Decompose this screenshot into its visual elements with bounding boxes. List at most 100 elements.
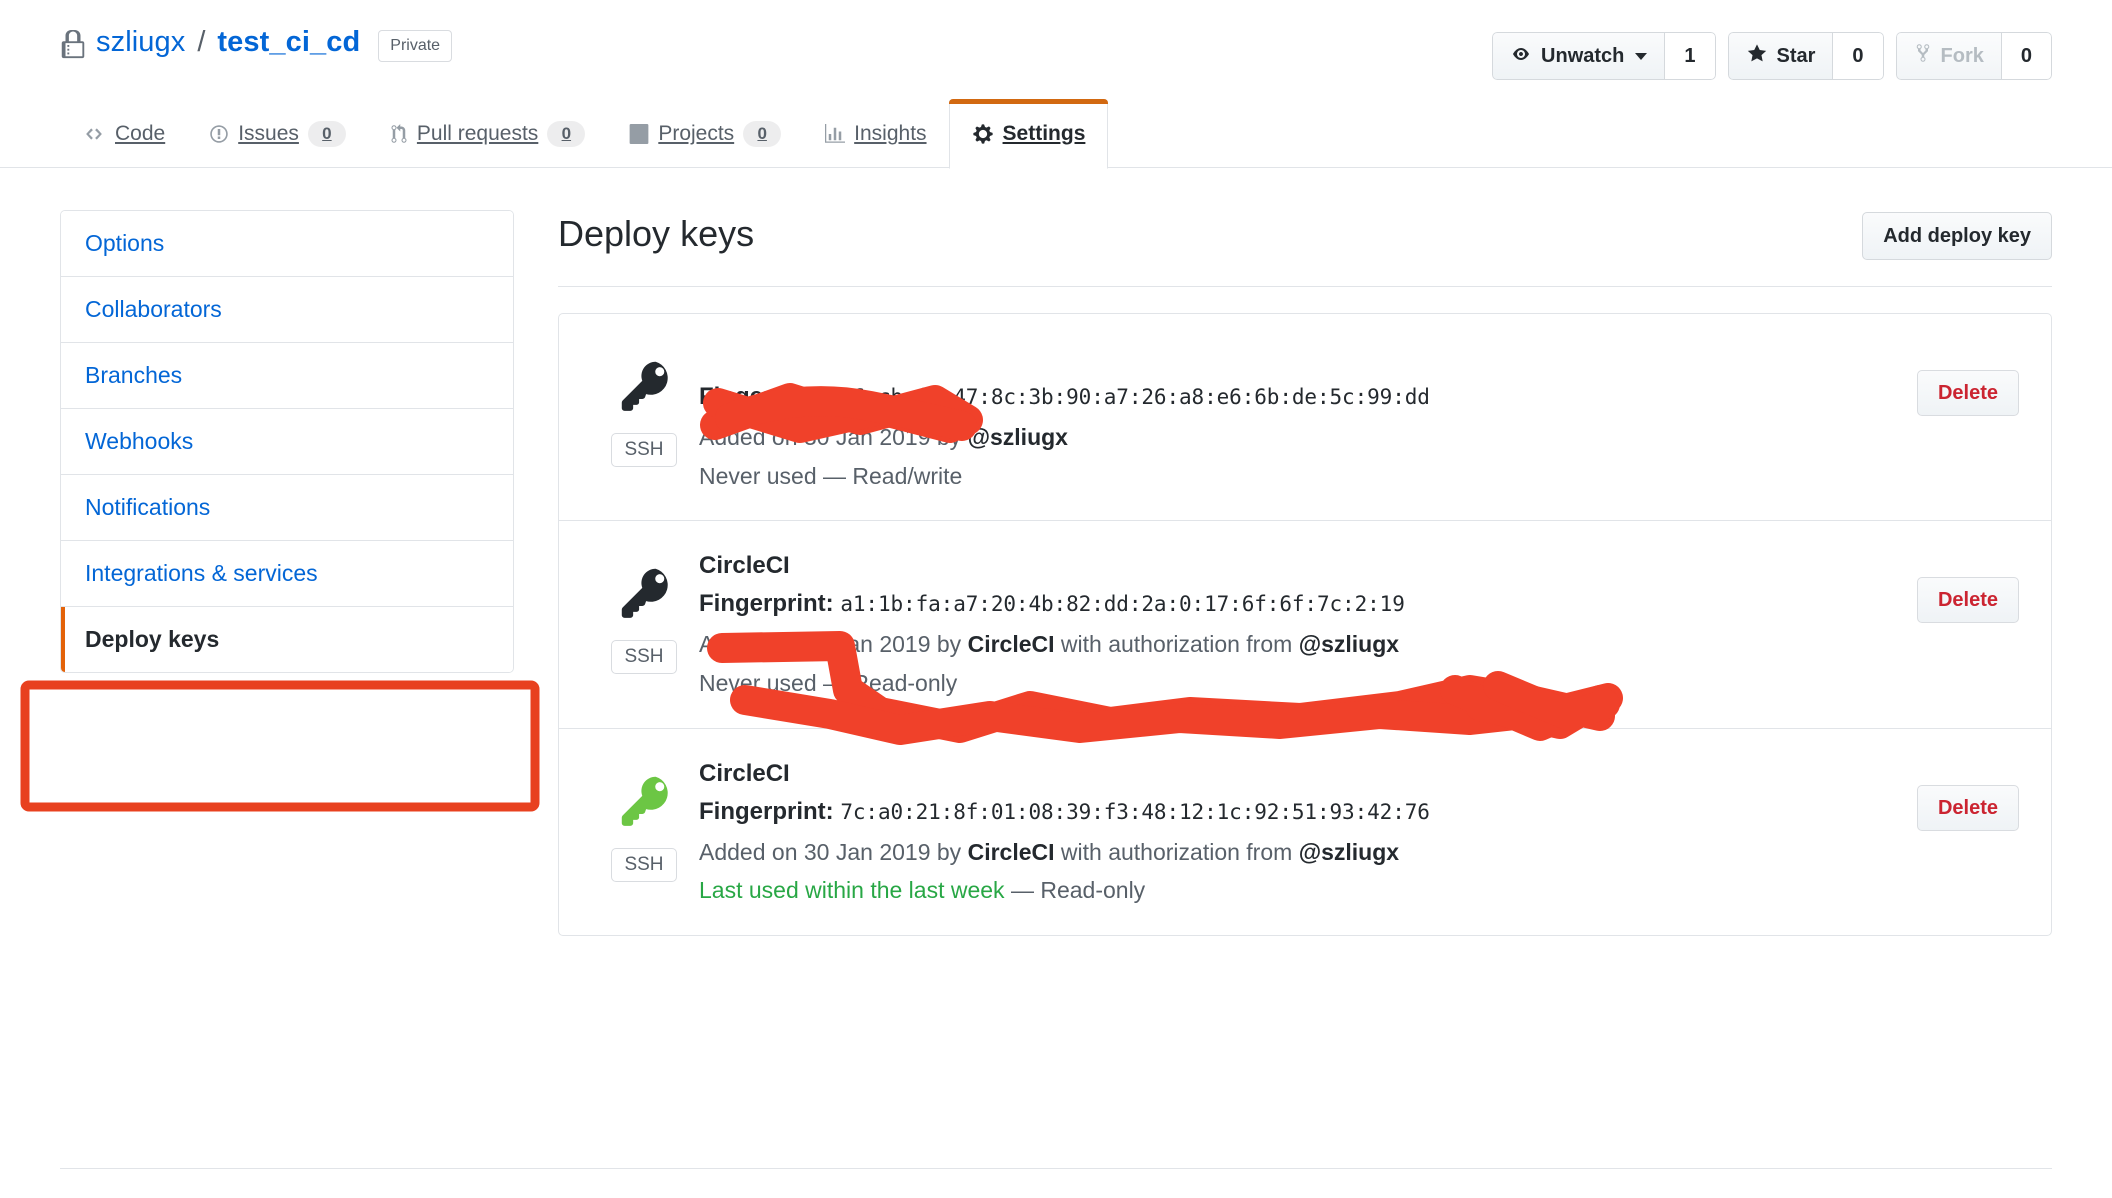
sidebar-item-webhooks[interactable]: Webhooks bbox=[61, 409, 513, 475]
sidebar-item-notifications[interactable]: Notifications bbox=[61, 475, 513, 541]
key-actions: Delete bbox=[1897, 755, 2019, 831]
added-date: 30 Jan 2019 bbox=[803, 838, 931, 865]
code-icon bbox=[82, 125, 106, 143]
graph-icon bbox=[825, 124, 846, 144]
fingerprint-value: 96:cb:f4:47:8c:3b:90:a7:26:a8:e6:6b:de:5… bbox=[840, 384, 1430, 409]
lock-icon bbox=[60, 29, 86, 60]
settings-sidebar: Options Collaborators Branches Webhooks … bbox=[60, 210, 514, 673]
key-fingerprint: Fingerprint: 7c:a0:21:8f:01:08:39:f3:48:… bbox=[699, 794, 1897, 830]
eye-icon bbox=[1510, 45, 1532, 68]
key-status: Last used within the last week — Read-on… bbox=[699, 872, 1897, 909]
tab-issues-count: 0 bbox=[307, 120, 346, 148]
tab-settings[interactable]: Settings bbox=[948, 99, 1109, 169]
key-fingerprint: Fingerprint: 96:cb:f4:47:8c:3b:90:a7:26:… bbox=[699, 379, 1897, 415]
authorization-user: @szliugx bbox=[1298, 838, 1400, 865]
added-prefix: Added on bbox=[699, 838, 798, 865]
fingerprint-label: Fingerprint: bbox=[699, 797, 834, 825]
key-info: Fingerprint: 96:cb:f4:47:8c:3b:90:a7:26:… bbox=[699, 340, 1897, 494]
sidebar-item-integrations-services[interactable]: Integrations & services bbox=[61, 541, 513, 607]
add-deploy-key-button[interactable]: Add deploy key bbox=[1862, 212, 2052, 260]
deploy-keys-header: Deploy keys Add deploy key bbox=[558, 212, 2052, 287]
fork-icon bbox=[1914, 43, 1932, 69]
key-icon bbox=[613, 769, 675, 836]
key-info: CircleCI Fingerprint: a1:1b:fa:a7:20:4b:… bbox=[699, 547, 1897, 701]
tab-insights-label: Insights bbox=[854, 122, 927, 145]
fingerprint-label: Fingerprint: bbox=[699, 382, 834, 410]
fork-count[interactable]: 0 bbox=[2000, 32, 2052, 80]
key-title: CircleCI bbox=[699, 552, 790, 580]
star-button-group[interactable]: Star 0 bbox=[1727, 32, 1884, 80]
page-title: Deploy keys bbox=[558, 213, 755, 254]
tab-pull-requests-count: 0 bbox=[547, 120, 586, 148]
key-access-level: — Read/write bbox=[823, 462, 963, 489]
ssh-badge: SSH bbox=[611, 640, 677, 675]
key-usage-status: Never used bbox=[699, 669, 817, 696]
star-label: Star bbox=[1776, 44, 1816, 67]
added-by-user: CircleCI bbox=[967, 838, 1055, 865]
settings-content: Options Collaborators Branches Webhooks … bbox=[0, 168, 2112, 937]
key-status: Never used — Read/write bbox=[699, 458, 1897, 495]
repo-separator: / bbox=[197, 26, 206, 58]
tab-pull-requests-label: Pull requests bbox=[416, 122, 539, 145]
repo-social-buttons: Unwatch 1 Star 0 Fork 0 bbox=[1492, 32, 2052, 80]
sidebar-item-branches[interactable]: Branches bbox=[61, 343, 513, 409]
ssh-badge: SSH bbox=[611, 433, 677, 467]
tab-insights[interactable]: Insights bbox=[803, 100, 948, 168]
tab-projects[interactable]: Projects 0 bbox=[607, 100, 803, 168]
unwatch-label: Unwatch bbox=[1541, 44, 1625, 67]
fingerprint-value: a1:1b:fa:a7:20:4b:82:dd:2a:0:17:6f:6f:7c… bbox=[840, 592, 1405, 617]
sidebar-item-options[interactable]: Options bbox=[61, 211, 513, 277]
delete-key-button[interactable]: Delete bbox=[1916, 784, 2019, 831]
key-title bbox=[699, 342, 1897, 377]
ssh-badge: SSH bbox=[611, 847, 677, 882]
delete-key-button[interactable]: Delete bbox=[1916, 577, 2019, 624]
tab-pull-requests[interactable]: Pull requests 0 bbox=[368, 100, 607, 168]
key-badge-column: SSH bbox=[589, 547, 699, 675]
deploy-keys-pane: Deploy keys Add deploy key SSH Fingerpri… bbox=[558, 210, 2052, 937]
tab-projects-label: Projects bbox=[658, 122, 735, 145]
added-by-prefix: by bbox=[936, 631, 962, 658]
key-added-meta: Added on 30 Jan 2019 by @szliugx bbox=[699, 419, 1897, 456]
authorization-text: with authorization from bbox=[1060, 631, 1293, 658]
watch-button-group[interactable]: Unwatch 1 bbox=[1492, 32, 1716, 80]
key-actions: Delete bbox=[1897, 340, 2019, 416]
key-icon bbox=[613, 561, 675, 628]
fingerprint-value: 7c:a0:21:8f:01:08:39:f3:48:12:1c:92:51:9… bbox=[840, 799, 1430, 824]
star-button[interactable]: Star bbox=[1727, 32, 1833, 80]
delete-key-button[interactable]: Delete bbox=[1916, 370, 2019, 416]
private-badge: Private bbox=[378, 29, 453, 62]
tab-code[interactable]: Code bbox=[60, 100, 187, 168]
key-usage-status: Never used bbox=[699, 462, 817, 489]
unwatch-button[interactable]: Unwatch bbox=[1492, 32, 1665, 80]
fork-button-group[interactable]: Fork 0 bbox=[1895, 32, 2052, 80]
added-by-user: CircleCI bbox=[967, 631, 1055, 658]
added-by-prefix: by bbox=[936, 838, 962, 865]
project-icon bbox=[629, 124, 649, 144]
star-count[interactable]: 0 bbox=[1832, 32, 1884, 80]
key-info: CircleCI Fingerprint: 7c:a0:21:8f:01:08:… bbox=[699, 755, 1897, 909]
fork-button: Fork bbox=[1895, 32, 2001, 80]
key-actions: Delete bbox=[1897, 547, 2019, 624]
authorization-text: with authorization from bbox=[1060, 838, 1293, 865]
repo-name-link[interactable]: test_ci_cd bbox=[217, 26, 360, 59]
tab-code-label: Code bbox=[115, 122, 166, 145]
key-title: CircleCI bbox=[699, 759, 790, 787]
sidebar-item-collaborators[interactable]: Collaborators bbox=[61, 277, 513, 343]
repo-owner-link[interactable]: szliugx bbox=[96, 26, 185, 59]
added-prefix: Added on bbox=[699, 631, 798, 658]
tab-issues[interactable]: Issues 0 bbox=[187, 100, 368, 168]
gear-icon bbox=[972, 123, 994, 145]
fingerprint-label: Fingerprint: bbox=[699, 590, 834, 618]
key-icon bbox=[613, 354, 675, 421]
sidebar-item-deploy-keys[interactable]: Deploy keys bbox=[61, 607, 513, 672]
key-added-meta: Added on 30 Jan 2019 by CircleCI with au… bbox=[699, 626, 1897, 663]
key-badge-column: SSH bbox=[589, 340, 699, 467]
key-access-level: — Read-only bbox=[1010, 877, 1146, 904]
added-date: 30 Jan 2019 bbox=[803, 631, 931, 658]
key-access-level: — Read-only bbox=[823, 669, 958, 696]
repo-nav-tabs: Code Issues 0 Pull requests 0 Projects 0… bbox=[60, 96, 2052, 169]
added-prefix: Added on bbox=[699, 423, 798, 450]
deploy-key-row: SSH CircleCI Fingerprint: a1:1b:fa:a7:20… bbox=[559, 521, 2051, 729]
key-usage-status: Last used within the last week bbox=[699, 877, 1005, 904]
watch-count[interactable]: 1 bbox=[1664, 32, 1716, 80]
